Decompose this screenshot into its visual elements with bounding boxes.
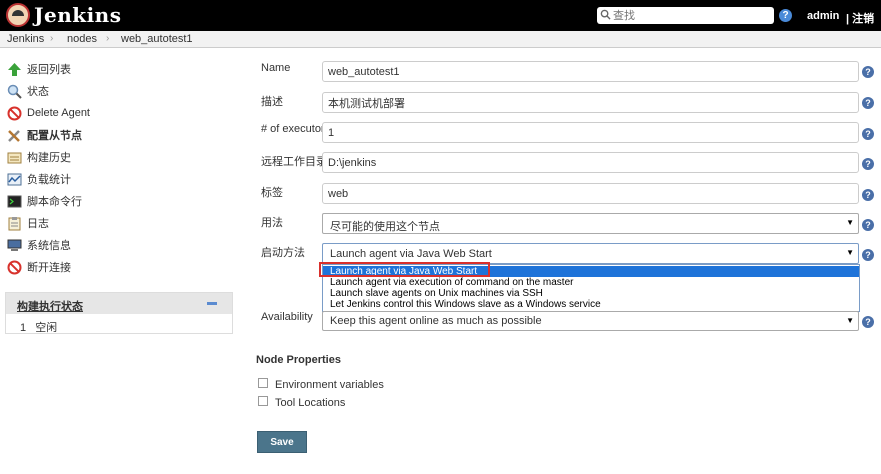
dropdown-option[interactable]: Launch slave agents on Unix machines via… — [323, 288, 859, 299]
terminal-icon — [7, 195, 22, 207]
workdir-label: 远程工作目录 — [261, 156, 327, 168]
help-icon[interactable]: ? — [779, 9, 792, 22]
environment-variables-checkbox[interactable] — [258, 378, 268, 388]
environment-variables-label: Environment variables — [275, 379, 384, 391]
help-icon[interactable]: ? — [862, 219, 874, 231]
sidebar-item-system-info[interactable]: 系统信息 — [7, 236, 71, 254]
sidebar-item-script-console[interactable]: 脚本命令行 — [7, 192, 82, 210]
search-icon — [7, 84, 22, 99]
sidebar-item-back[interactable]: 返回列表 — [7, 60, 71, 78]
name-field[interactable] — [322, 61, 859, 82]
executor-status-panel: 构建执行状态 1 空闲 — [5, 292, 233, 334]
help-icon[interactable]: ? — [862, 158, 874, 170]
breadcrumb-item-node[interactable]: web_autotest1 — [121, 33, 193, 45]
breadcrumb-item-nodes[interactable]: nodes — [67, 33, 97, 45]
sidebar-item-label: 返回列表 — [27, 64, 71, 76]
name-label: Name — [261, 62, 291, 74]
description-label: 描述 — [261, 96, 283, 108]
availability-select[interactable]: Keep this agent online as much as possib… — [322, 311, 859, 331]
executor-status: 空闲 — [35, 322, 58, 334]
sidebar-item-label: 日志 — [27, 218, 49, 230]
usage-select[interactable]: 尽可能的使用这个节点 ▼ — [322, 213, 859, 234]
sidebar-item-build-history[interactable]: 构建历史 — [7, 148, 71, 166]
sidebar-item-label: 断开连接 — [27, 262, 71, 274]
executors-field[interactable] — [322, 122, 859, 143]
executors-label: # of executors — [261, 123, 331, 135]
executor-panel-header: 构建执行状态 — [6, 293, 232, 314]
node-properties-title: Node Properties — [256, 354, 341, 366]
dropdown-option[interactable]: Let Jenkins control this Windows slave a… — [323, 299, 859, 310]
chevron-down-icon: ▼ — [846, 218, 854, 227]
graph-icon — [7, 173, 22, 185]
help-icon[interactable]: ? — [862, 97, 874, 109]
usage-label: 用法 — [261, 217, 283, 229]
launch-method-label: 启动方法 — [261, 247, 305, 259]
workdir-field[interactable] — [322, 152, 859, 173]
executor-panel-title[interactable]: 构建执行状态 — [17, 298, 83, 314]
clipboard-icon — [8, 216, 21, 230]
chevron-down-icon: ▼ — [846, 316, 854, 325]
tags-field[interactable] — [322, 183, 859, 204]
collapse-icon[interactable] — [207, 302, 217, 305]
sidebar-item-load-stats[interactable]: 负载统计 — [7, 170, 71, 188]
tool-locations-label: Tool Locations — [275, 397, 346, 409]
no-entry-icon — [7, 260, 22, 274]
jenkins-logo-icon[interactable] — [6, 3, 30, 27]
help-icon[interactable]: ? — [862, 128, 874, 140]
user-link[interactable]: admin — [807, 10, 839, 22]
logout-link[interactable]: | 注销 — [846, 10, 874, 26]
sidebar-item-label: 状态 — [27, 86, 49, 98]
chevron-down-icon: ▼ — [846, 248, 854, 257]
help-icon[interactable]: ? — [862, 66, 874, 78]
tool-locations-checkbox[interactable] — [258, 396, 268, 406]
sidebar-item-disconnect[interactable]: 断开连接 — [7, 258, 71, 276]
description-field[interactable] — [322, 92, 859, 113]
sidebar-item-configure[interactable]: 配置从节点 — [7, 126, 82, 144]
launch-method-select-value: Launch agent via Java Web Start — [330, 248, 492, 260]
save-button[interactable]: Save — [257, 431, 307, 453]
sidebar-item-log[interactable]: 日志 — [7, 214, 49, 232]
help-icon[interactable]: ? — [862, 316, 874, 328]
up-arrow-icon — [8, 62, 21, 76]
breadcrumb-separator: › — [106, 33, 110, 44]
availability-select-value: Keep this agent online as much as possib… — [330, 315, 542, 327]
sidebar-item-label: 配置从节点 — [27, 130, 82, 142]
sidebar-item-delete-agent[interactable]: Delete Agent — [7, 104, 90, 122]
sidebar-item-label: 系统信息 — [27, 240, 71, 252]
breadcrumb-item-jenkins[interactable]: Jenkins — [7, 33, 44, 45]
executor-number: 1 — [20, 322, 27, 334]
sidebar-item-label: 脚本命令行 — [27, 196, 82, 208]
search-icon — [600, 9, 611, 20]
computer-icon — [7, 239, 22, 251]
dropdown-option[interactable]: Launch agent via execution of command on… — [323, 277, 859, 288]
tags-label: 标签 — [261, 187, 283, 199]
sidebar-item-label: Delete Agent — [27, 107, 90, 119]
breadcrumb: Jenkins › nodes › web_autotest1 — [0, 31, 881, 48]
help-icon[interactable]: ? — [862, 189, 874, 201]
sidebar-item-status[interactable]: 状态 — [7, 82, 49, 100]
sidebar-item-label: 构建历史 — [27, 152, 71, 164]
selection-highlight-box — [319, 262, 490, 277]
no-entry-icon — [7, 106, 22, 120]
executor-row: 1 空闲 — [20, 319, 63, 335]
top-header: Jenkins ? admin | 注销 — [0, 0, 881, 31]
tools-icon — [8, 129, 20, 142]
breadcrumb-separator: › — [50, 33, 54, 44]
availability-label: Availability — [261, 311, 313, 323]
search-box[interactable] — [597, 7, 774, 24]
search-input[interactable] — [613, 8, 768, 23]
sidebar-item-label: 负载统计 — [27, 174, 71, 186]
notepad-icon — [7, 152, 22, 163]
launch-method-select[interactable]: Launch agent via Java Web Start ▼ — [322, 243, 859, 264]
brand-title[interactable]: Jenkins — [34, 3, 121, 27]
help-icon[interactable]: ? — [862, 249, 874, 261]
usage-select-value: 尽可能的使用这个节点 — [330, 221, 440, 233]
